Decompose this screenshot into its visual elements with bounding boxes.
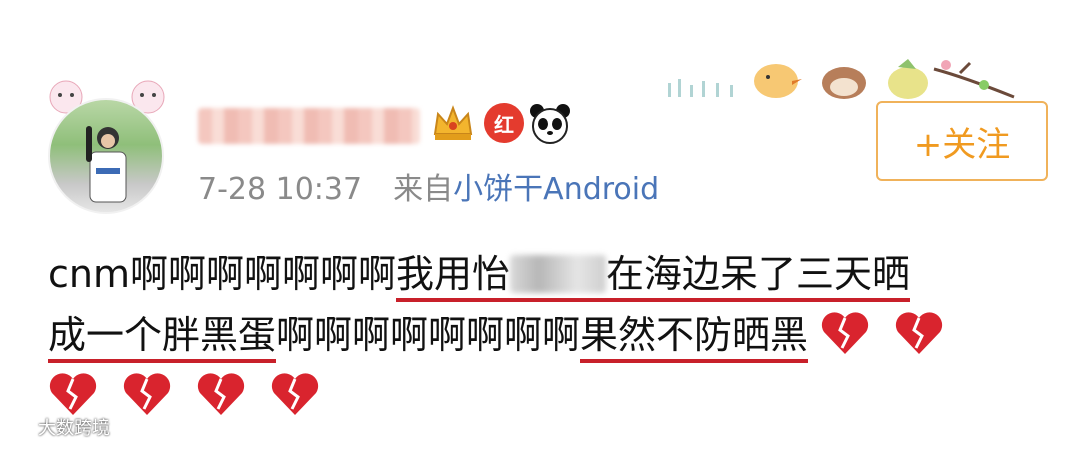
panda-icon <box>530 104 570 144</box>
broken-heart-icon <box>896 312 943 354</box>
broken-heart-icon <box>49 373 97 415</box>
highlight-segment: 果然不防晒黑 <box>580 313 809 363</box>
person-photo <box>86 126 127 203</box>
broken-heart-icon <box>822 312 869 354</box>
bird-icon <box>754 64 802 98</box>
highlight-segment: 我用怡 <box>396 252 511 296</box>
broken-heart-icon <box>198 373 245 415</box>
content-text: 啊啊啊啊啊啊啊啊 <box>276 313 581 357</box>
content-line-2: 成一个胖黑蛋啊啊啊啊啊啊啊啊果然不防晒黑 <box>48 305 1058 366</box>
post-meta: 7-28 10:37 来自小饼干Android <box>198 164 659 208</box>
source-prefix: 来自 <box>393 172 454 207</box>
blurred-brand <box>510 255 607 293</box>
timestamp: 7-28 10:37 <box>198 172 363 207</box>
red-badge-icon: 红 <box>484 103 524 143</box>
content-line-3 <box>48 366 1058 427</box>
content-text: cnm啊啊啊啊啊啊啊 <box>48 252 396 296</box>
hedgehog-icon <box>822 67 866 99</box>
avatar[interactable] <box>48 98 164 214</box>
highlight-segment: 成一个胖黑蛋 <box>48 313 277 363</box>
broken-heart-icon <box>272 373 319 415</box>
green-bird-icon <box>888 59 928 99</box>
decorative-stickers <box>668 59 1015 99</box>
username-blurred[interactable] <box>198 108 420 144</box>
post-content: cnm啊啊啊啊啊啊啊我用怡 在海边呆了三天晒 成一个胖黑蛋啊啊啊啊啊啊啊啊果然不防… <box>48 244 1058 427</box>
source-link[interactable]: 小饼干Android <box>453 172 659 207</box>
highlight-segment: 在海边呆了三天晒 <box>606 252 911 296</box>
watermark-logo-icon <box>8 419 32 435</box>
follow-button[interactable]: +关注 <box>876 101 1048 181</box>
broken-heart-icon <box>123 373 171 415</box>
content-line-1: cnm啊啊啊啊啊啊啊我用怡 在海边呆了三天晒 <box>48 244 1058 305</box>
highlight-text: 我用怡 在海边呆了三天晒 <box>396 252 911 302</box>
watermark-text: 大数跨境 <box>38 418 110 439</box>
crown-icon <box>433 105 473 140</box>
watermark: 大数跨境 <box>8 414 110 440</box>
